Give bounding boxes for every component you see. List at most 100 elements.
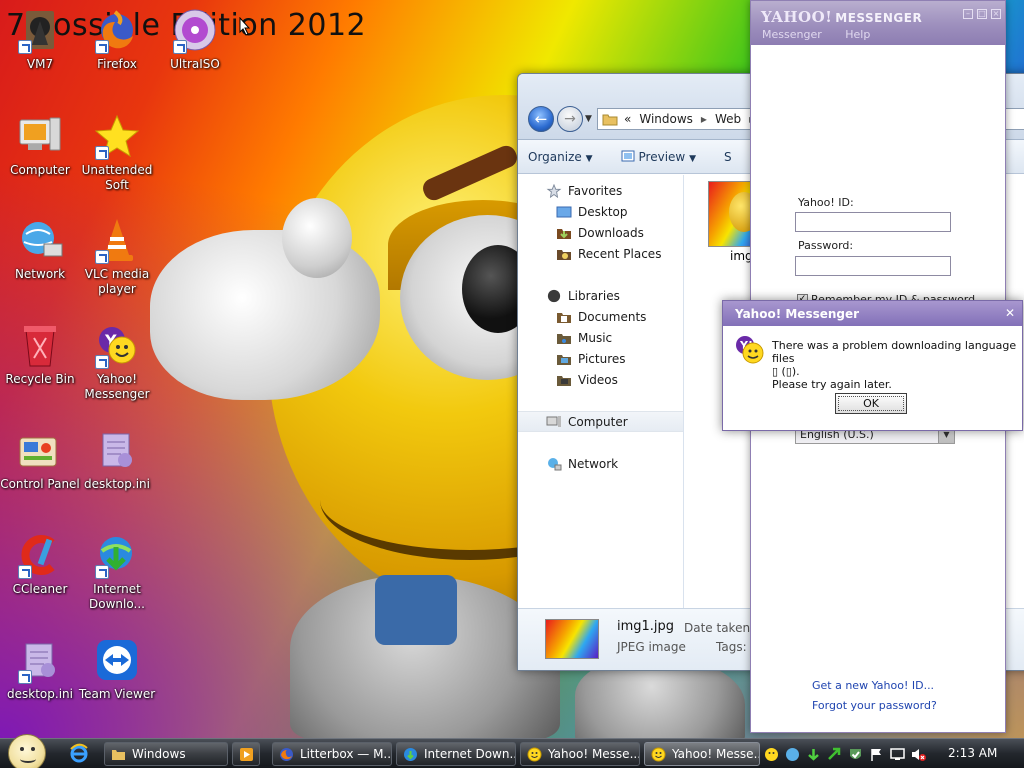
desktop-icon-ccleaner[interactable]: CCleaner bbox=[0, 531, 80, 597]
desktop-icon-label: VM7 bbox=[26, 57, 54, 71]
recent-places-icon bbox=[557, 249, 571, 260]
desktop-icon-yahoo-messenger[interactable]: Y Yahoo! Messenger bbox=[77, 321, 157, 402]
action-center-flag-icon[interactable] bbox=[869, 747, 884, 762]
tray-network-globe-icon[interactable] bbox=[785, 747, 800, 762]
folder-icon bbox=[112, 749, 125, 760]
taskbar-button-media-player[interactable] bbox=[232, 742, 260, 766]
shortcut-arrow-icon bbox=[95, 146, 109, 160]
dialog-message: There was a problem downloading language… bbox=[772, 339, 1022, 391]
nav-label: Music bbox=[578, 330, 613, 345]
password-label: Password: bbox=[798, 239, 854, 252]
preview-button[interactable]: Preview ▼ bbox=[621, 150, 696, 164]
taskbar-clock[interactable]: 2:13 AM bbox=[948, 746, 997, 760]
dialog-titlebar[interactable]: Yahoo! Messenger ✕ bbox=[723, 301, 1022, 326]
forgot-password-link[interactable]: Forgot your password? bbox=[812, 699, 937, 712]
nav-network[interactable]: Network bbox=[518, 453, 683, 474]
desktop-icon-label: Computer bbox=[10, 163, 70, 177]
desktop-icon-recycle-bin[interactable]: Recycle Bin bbox=[0, 321, 80, 387]
back-arrow-icon[interactable]: ← bbox=[528, 106, 554, 132]
nav-favorites[interactable]: Favorites bbox=[518, 180, 683, 201]
desktop-icon-label: Network bbox=[14, 267, 66, 281]
desktop-icon-desktop-ini[interactable]: desktop.ini bbox=[77, 426, 157, 492]
organize-button[interactable]: Organize ▼ bbox=[528, 150, 593, 164]
control-panel-icon bbox=[16, 426, 64, 474]
desktop-icon-label: desktop.ini bbox=[7, 687, 73, 701]
desktop-icon-unattended-soft[interactable]: Unattended Soft bbox=[77, 112, 157, 193]
desktop-icon-computer[interactable]: Computer bbox=[0, 112, 80, 178]
ini-file-icon bbox=[16, 636, 64, 684]
forward-arrow-icon[interactable]: → bbox=[557, 106, 583, 132]
yahoo-id-input[interactable] bbox=[795, 212, 951, 232]
breadcrumb-windows[interactable]: Windows bbox=[639, 112, 693, 126]
shortcut-arrow-icon bbox=[95, 40, 109, 54]
desktop-icon-internet-download-manager[interactable]: Internet Downlo... bbox=[77, 531, 157, 612]
shortcut-arrow-icon bbox=[95, 565, 109, 579]
nav-item-pictures[interactable]: Pictures bbox=[518, 348, 683, 369]
tray-download-icon[interactable] bbox=[806, 747, 821, 762]
nav-item-desktop[interactable]: Desktop bbox=[518, 201, 683, 222]
start-button[interactable] bbox=[8, 734, 46, 768]
desktop-icon-firefox[interactable]: Firefox bbox=[77, 6, 157, 72]
idm-globe-icon bbox=[93, 531, 141, 579]
preview-icon bbox=[621, 150, 635, 161]
shortcut-arrow-icon bbox=[18, 565, 32, 579]
favorites-star-icon bbox=[546, 183, 562, 198]
network-globe-icon bbox=[16, 216, 64, 264]
desktop-icon-label: Firefox bbox=[97, 57, 137, 71]
desktop-icon-control-panel[interactable]: Control Panel bbox=[0, 426, 80, 492]
taskbar-button-yahoo-messenger-1[interactable]: Yahoo! Messe... bbox=[520, 742, 640, 766]
nav-computer[interactable]: Computer bbox=[518, 411, 683, 432]
taskbar-button-yahoo-messenger-2[interactable]: Yahoo! Messe... bbox=[644, 742, 760, 766]
minimize-icon[interactable]: – bbox=[963, 9, 973, 19]
tray-green-arrow-icon[interactable] bbox=[827, 747, 842, 762]
maximize-icon[interactable]: □ bbox=[977, 9, 987, 19]
tray-security-check-icon[interactable] bbox=[848, 747, 863, 762]
messenger-titlebar[interactable]: YAHOO! MESSENGER – □ × Messenger Help bbox=[751, 1, 1005, 45]
nav-item-downloads[interactable]: Downloads bbox=[518, 222, 683, 243]
nav-item-videos[interactable]: Videos bbox=[518, 369, 683, 390]
ok-button[interactable]: OK bbox=[835, 393, 907, 414]
taskbar-button-internet-download[interactable]: Internet Down... bbox=[396, 742, 516, 766]
language-error-dialog[interactable]: Yahoo! Messenger ✕ Y! There was a proble… bbox=[722, 300, 1023, 431]
breadcrumb-separator-icon: ▸ bbox=[700, 112, 707, 126]
computer-icon bbox=[16, 112, 64, 160]
desktop-icon-desktop-ini-2[interactable]: desktop.ini bbox=[0, 636, 80, 702]
shortcut-arrow-icon bbox=[95, 250, 109, 264]
nav-item-recent-places[interactable]: Recent Places bbox=[518, 243, 683, 264]
taskbar-button-windows[interactable]: Windows bbox=[104, 742, 228, 766]
menu-help[interactable]: Help bbox=[845, 28, 870, 41]
close-icon[interactable]: ✕ bbox=[1005, 306, 1015, 320]
get-new-id-link[interactable]: Get a new Yahoo! ID... bbox=[812, 679, 934, 692]
tray-yahoo-icon[interactable] bbox=[764, 747, 779, 762]
desktop-icon-ultraiso[interactable]: UltraISO bbox=[155, 6, 235, 72]
internet-explorer-icon[interactable] bbox=[69, 743, 89, 763]
taskbar: Windows Litterbox — M... Internet Down..… bbox=[0, 734, 1024, 768]
navigation-pane: Favorites Desktop Downloads Recent Place… bbox=[518, 175, 684, 608]
desktop-icon-team-viewer[interactable]: Team Viewer bbox=[77, 636, 157, 702]
desktop-icon-network[interactable]: Network bbox=[0, 216, 80, 282]
close-icon[interactable]: × bbox=[991, 9, 1001, 19]
nav-libraries[interactable]: Libraries bbox=[518, 285, 683, 306]
volume-muted-icon[interactable] bbox=[911, 747, 926, 762]
desktop-icon-vm7[interactable]: VM7 bbox=[0, 6, 80, 72]
desktop-folder-icon bbox=[556, 206, 572, 217]
taskbar-button-firefox[interactable]: Litterbox — M... bbox=[272, 742, 392, 766]
pictures-icon bbox=[557, 354, 571, 365]
tray-display-icon[interactable] bbox=[890, 747, 905, 762]
password-input[interactable] bbox=[795, 256, 951, 276]
dialog-message-line: Please try again later. bbox=[772, 378, 892, 391]
slideshow-button[interactable]: S bbox=[724, 150, 732, 164]
dialog-message-line: ▯ (▯). bbox=[772, 365, 800, 378]
desktop-icon-label: desktop.ini bbox=[84, 477, 150, 491]
history-dropdown-icon[interactable]: ▼ bbox=[585, 114, 592, 124]
documents-icon bbox=[557, 312, 571, 323]
breadcrumb-web[interactable]: Web bbox=[715, 112, 741, 126]
yahoo-smiley-icon bbox=[527, 747, 542, 761]
breadcrumb-overflow[interactable]: « bbox=[624, 112, 631, 126]
nav-item-documents[interactable]: Documents bbox=[518, 306, 683, 327]
messenger-menubar: Messenger Help bbox=[762, 28, 890, 41]
nav-label: Libraries bbox=[568, 288, 620, 303]
menu-messenger[interactable]: Messenger bbox=[762, 28, 822, 41]
desktop-icon-vlc[interactable]: VLC media player bbox=[77, 216, 157, 297]
nav-item-music[interactable]: Music bbox=[518, 327, 683, 348]
